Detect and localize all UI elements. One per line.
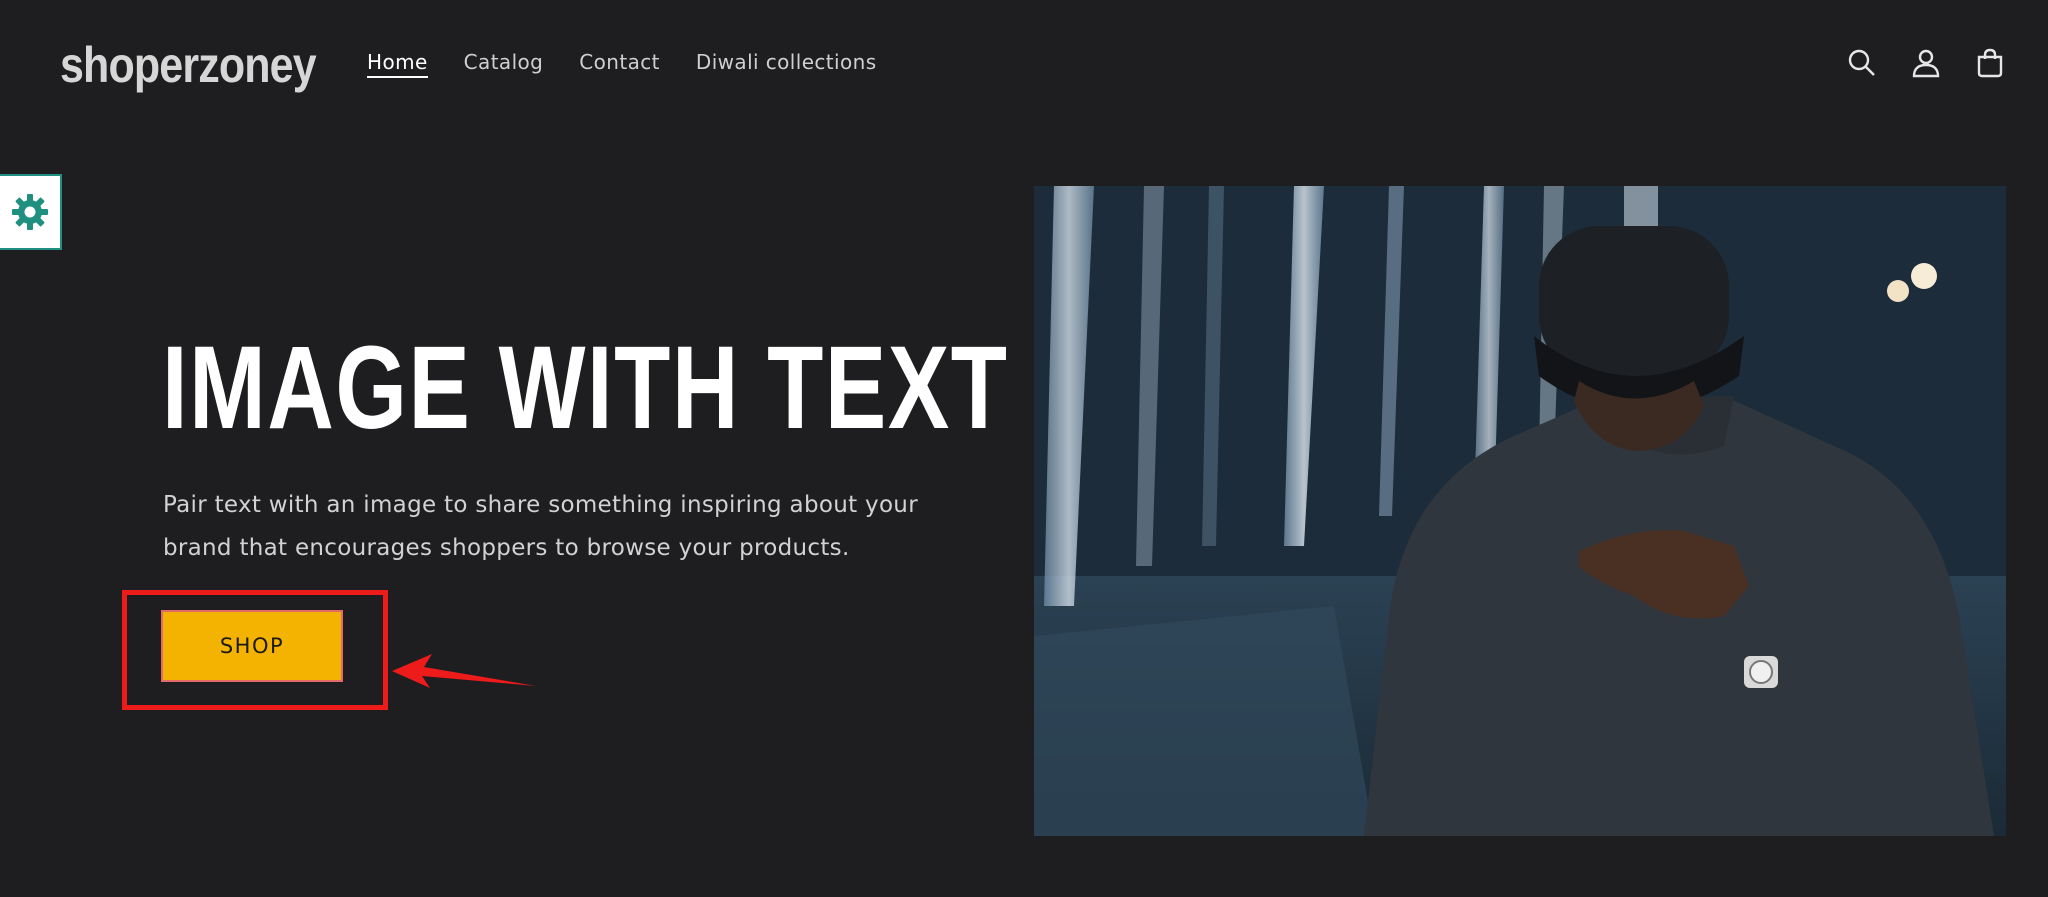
- gear-icon: [12, 194, 48, 230]
- annotation-arrow: [392, 654, 536, 688]
- main-nav: Home Catalog Contact Diwali collections: [367, 50, 877, 78]
- cart-icon[interactable]: [1973, 44, 2007, 82]
- nav-item-home[interactable]: Home: [367, 50, 428, 78]
- settings-tab[interactable]: [0, 174, 62, 250]
- nav-item-catalog[interactable]: Catalog: [464, 50, 544, 78]
- store-logo[interactable]: shoperzoney: [60, 36, 317, 94]
- shop-button[interactable]: SHOP: [161, 610, 343, 682]
- hero-image: [1034, 186, 2006, 836]
- hero-text-line-1: Pair text with an image to share somethi…: [163, 492, 918, 518]
- nav-item-contact[interactable]: Contact: [579, 50, 660, 78]
- site-header: shoperzoney Home Catalog Contact Diwali …: [0, 0, 2048, 128]
- search-icon[interactable]: [1845, 44, 1879, 82]
- hero-text-line-2: brand that encourages shoppers to browse…: [163, 535, 850, 561]
- header-icons: [1845, 44, 2007, 82]
- hero-title: IMAGE WITH TEXT: [162, 322, 1009, 454]
- hero-description: Pair text with an image to share somethi…: [163, 484, 923, 570]
- nav-item-diwali-collections[interactable]: Diwali collections: [696, 50, 877, 78]
- account-icon[interactable]: [1909, 44, 1943, 82]
